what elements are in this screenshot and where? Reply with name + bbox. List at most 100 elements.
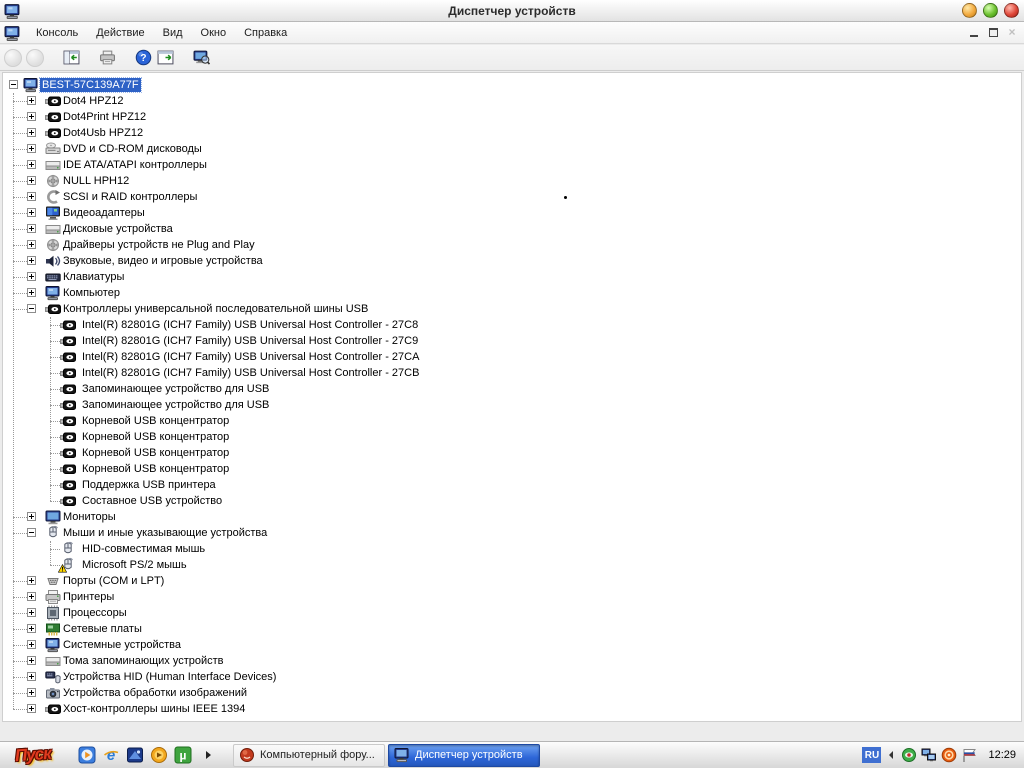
tree-expand-icon[interactable] (27, 144, 36, 153)
task-button-device-manager[interactable]: Диспетчер устройств (388, 743, 540, 767)
tree-item-label[interactable]: Запоминающее устройство для USB (80, 382, 271, 396)
show-hide-action-pane-button[interactable] (154, 47, 176, 69)
tree-item-label[interactable]: Корневой USB концентратор (80, 414, 231, 428)
tree-expand-icon[interactable] (27, 592, 36, 601)
tree-item-label[interactable]: Составное USB устройство (80, 494, 224, 508)
tree-expand-icon[interactable] (27, 224, 36, 233)
tree-item-label[interactable]: Устройства обработки изображений (61, 686, 249, 700)
help-button[interactable]: ? (132, 47, 154, 69)
tree-collapse-icon[interactable] (9, 80, 18, 89)
tree-item-label[interactable]: Компьютер (61, 286, 122, 300)
network-tray-icon[interactable] (921, 747, 937, 763)
tree-item-label[interactable]: Контроллеры универсальной последовательн… (61, 302, 370, 316)
tree-item-label[interactable]: Поддержка USB принтера (80, 478, 218, 492)
tree-item-label[interactable]: Intel(R) 82801G (ICH7 Family) USB Univer… (80, 318, 420, 332)
tree-expand-icon[interactable] (27, 672, 36, 681)
show-hide-console-tree-button[interactable] (60, 47, 82, 69)
flag-tray-icon[interactable] (961, 747, 977, 763)
tree-expand-icon[interactable] (27, 288, 36, 297)
downloader-tray-icon[interactable] (941, 747, 957, 763)
tree-expand-icon[interactable] (27, 704, 36, 713)
internet-explorer-icon[interactable]: e (102, 746, 120, 764)
tree-item-label[interactable]: Принтеры (61, 590, 116, 604)
tree-expand-icon[interactable] (27, 160, 36, 169)
tree-item-label[interactable]: Мыши и иные указывающие устройства (61, 526, 269, 540)
tree-expand-icon[interactable] (27, 688, 36, 697)
orange-app-icon[interactable] (150, 746, 168, 764)
tree-expand-icon[interactable] (27, 96, 36, 105)
tree-collapse-icon[interactable] (27, 304, 36, 313)
tree-item-label[interactable]: Сетевые платы (61, 622, 144, 636)
menu-item-2[interactable]: Вид (154, 24, 192, 42)
tree-expand-icon[interactable] (27, 192, 36, 201)
tree-item-label[interactable]: BEST-57C139A77F (39, 77, 142, 93)
utorrent-icon[interactable]: µ (174, 746, 192, 764)
quick-launch-overflow-chevron-icon[interactable] (206, 751, 211, 759)
tree-item-label[interactable]: DVD и CD-ROM дисководы (61, 142, 204, 156)
tree-expand-icon[interactable] (27, 112, 36, 121)
tree-expand-icon[interactable] (27, 640, 36, 649)
tree-item-label[interactable]: HID-совместимая мышь (80, 542, 207, 556)
tree-expand-icon[interactable] (27, 272, 36, 281)
child-close-button[interactable]: × (1003, 24, 1021, 40)
menu-item-3[interactable]: Окно (192, 24, 236, 42)
tray-collapse-arrow-icon[interactable] (889, 751, 894, 759)
tree-row: Тома запоминающих устройств (3, 653, 1021, 669)
tree-collapse-icon[interactable] (27, 528, 36, 537)
antivirus-tray-icon[interactable] (901, 747, 917, 763)
tree-expand-icon[interactable] (27, 576, 36, 585)
tree-item-label[interactable]: Microsoft PS/2 мышь (80, 558, 189, 572)
tree-expand-icon[interactable] (27, 240, 36, 249)
maximize-button[interactable] (983, 3, 998, 18)
tree-item-label[interactable]: Драйверы устройств не Plug and Play (61, 238, 257, 252)
tree-item-label[interactable]: Dot4 HPZ12 (61, 94, 126, 108)
tree-item-label[interactable]: Видеоадаптеры (61, 206, 147, 220)
tree-item-label[interactable]: Звуковые, видео и игровые устройства (61, 254, 265, 268)
task-button-forum[interactable]: Компьютерный фору... (233, 743, 385, 767)
tree-expand-icon[interactable] (27, 512, 36, 521)
tree-item-label[interactable]: Корневой USB концентратор (80, 462, 231, 476)
tree-expand-icon[interactable] (27, 656, 36, 665)
tree-item-label[interactable]: Intel(R) 82801G (ICH7 Family) USB Univer… (80, 350, 421, 364)
close-button[interactable] (1004, 3, 1019, 18)
menu-item-0[interactable]: Консоль (27, 24, 87, 42)
tree-item-label[interactable]: Порты (COM и LPT) (61, 574, 166, 588)
tree-item-label[interactable]: Хост-контроллеры шины IEEE 1394 (61, 702, 247, 716)
print-button[interactable] (96, 47, 118, 69)
menu-item-1[interactable]: Действие (87, 24, 153, 42)
tree-item-label[interactable]: Мониторы (61, 510, 118, 524)
tree-item-label[interactable]: Intel(R) 82801G (ICH7 Family) USB Univer… (80, 366, 421, 380)
tree-connector-line (50, 549, 60, 550)
tree-item-label[interactable]: Дисковые устройства (61, 222, 175, 236)
child-restore-button[interactable] (984, 24, 1002, 40)
tree-item-label[interactable]: Системные устройства (61, 638, 183, 652)
child-minimize-button[interactable] (965, 24, 983, 40)
tree-row: Хост-контроллеры шины IEEE 1394 (3, 701, 1021, 717)
file-manager-icon[interactable] (126, 746, 144, 764)
tree-expand-icon[interactable] (27, 208, 36, 217)
tree-expand-icon[interactable] (27, 624, 36, 633)
tree-expand-icon[interactable] (27, 256, 36, 265)
tree-item-label[interactable]: Клавиатуры (61, 270, 126, 284)
menu-item-4[interactable]: Справка (235, 24, 296, 42)
minimize-button[interactable] (962, 3, 977, 18)
tree-expand-icon[interactable] (27, 176, 36, 185)
scan-hardware-changes-button[interactable] (190, 47, 212, 69)
tree-item-label[interactable]: Устройства HID (Human Interface Devices) (61, 670, 278, 684)
tree-expand-icon[interactable] (27, 128, 36, 137)
tree-expand-icon[interactable] (27, 608, 36, 617)
tree-item-label[interactable]: Корневой USB концентратор (80, 430, 231, 444)
tree-item-label[interactable]: Процессоры (61, 606, 129, 620)
tree-item-label[interactable]: IDE ATA/ATAPI контроллеры (61, 158, 209, 172)
start-button[interactable]: Пуск (2, 743, 64, 768)
tree-item-label[interactable]: Dot4Print HPZ12 (61, 110, 148, 124)
tree-item-label[interactable]: Тома запоминающих устройств (61, 654, 226, 668)
tree-item-label[interactable]: SCSI и RAID контроллеры (61, 190, 199, 204)
tree-item-label[interactable]: NULL HPH12 (61, 174, 131, 188)
media-player-icon[interactable] (78, 746, 96, 764)
tree-item-label[interactable]: Dot4Usb HPZ12 (61, 126, 145, 140)
tree-item-label[interactable]: Intel(R) 82801G (ICH7 Family) USB Univer… (80, 334, 420, 348)
tree-item-label[interactable]: Корневой USB концентратор (80, 446, 231, 460)
tree-item-label[interactable]: Запоминающее устройство для USB (80, 398, 271, 412)
language-indicator[interactable]: RU (862, 747, 882, 763)
